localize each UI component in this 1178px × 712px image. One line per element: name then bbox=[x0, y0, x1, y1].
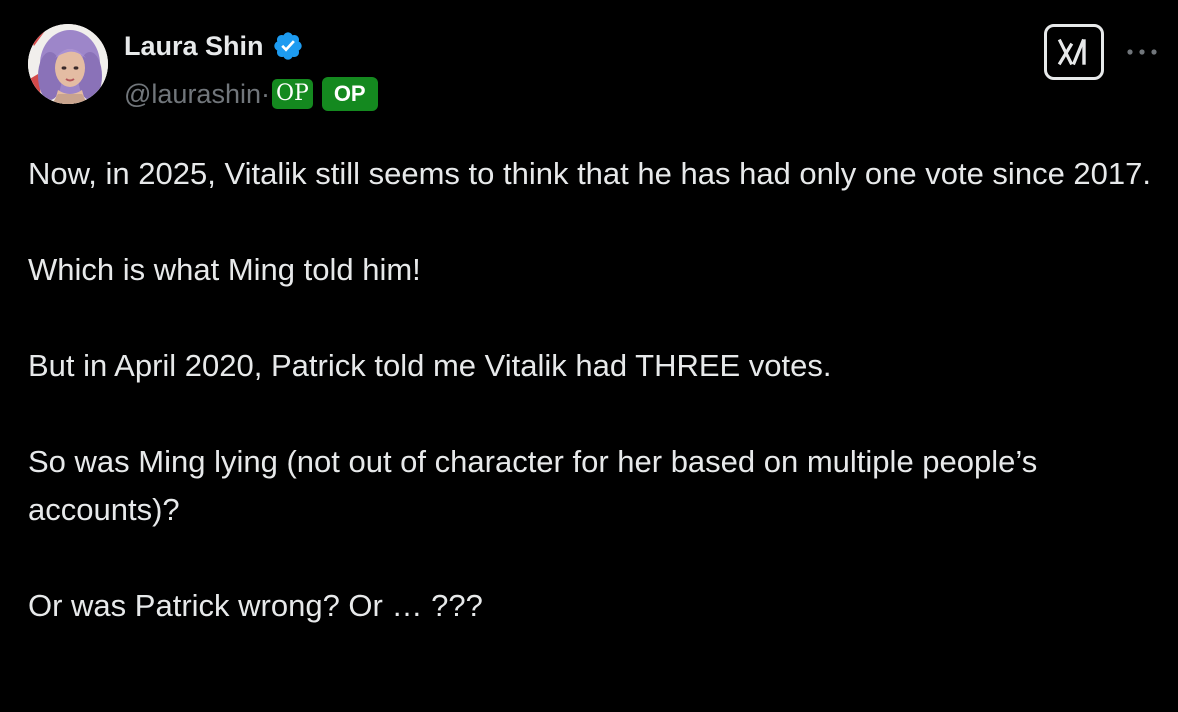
post-paragraph: Or was Patrick wrong? Or … ??? bbox=[28, 588, 483, 623]
post-paragraph: Now, in 2025, Vitalik still seems to thi… bbox=[28, 156, 1151, 191]
op-badge: OP bbox=[321, 77, 378, 111]
post-paragraph: So was Ming lying (not out of character … bbox=[28, 444, 1038, 527]
post-paragraph: But in April 2020, Patrick told me Vital… bbox=[28, 348, 832, 383]
post-text: Now, in 2025, Vitalik still seems to thi… bbox=[28, 150, 1158, 630]
post: Laura Shin @laurashin· OP OP Now, in 202… bbox=[0, 0, 1178, 712]
avatar-image bbox=[28, 24, 108, 104]
author-name-row: Laura Shin bbox=[124, 26, 304, 66]
author-handle[interactable]: @laurashin· bbox=[124, 79, 270, 110]
op-badge: OP bbox=[271, 79, 313, 109]
more-dots-icon bbox=[1127, 49, 1157, 55]
more-options-button[interactable] bbox=[1124, 36, 1160, 68]
avatar[interactable] bbox=[28, 24, 108, 104]
post-paragraph: Which is what Ming told him! bbox=[28, 252, 421, 287]
author-handle-row: @laurashin· OP OP bbox=[124, 76, 378, 112]
verified-badge-icon bbox=[272, 30, 304, 62]
author-display-name[interactable]: Laura Shin bbox=[124, 31, 264, 62]
grok-button[interactable] bbox=[1044, 24, 1104, 80]
xai-grok-icon bbox=[1057, 38, 1086, 66]
